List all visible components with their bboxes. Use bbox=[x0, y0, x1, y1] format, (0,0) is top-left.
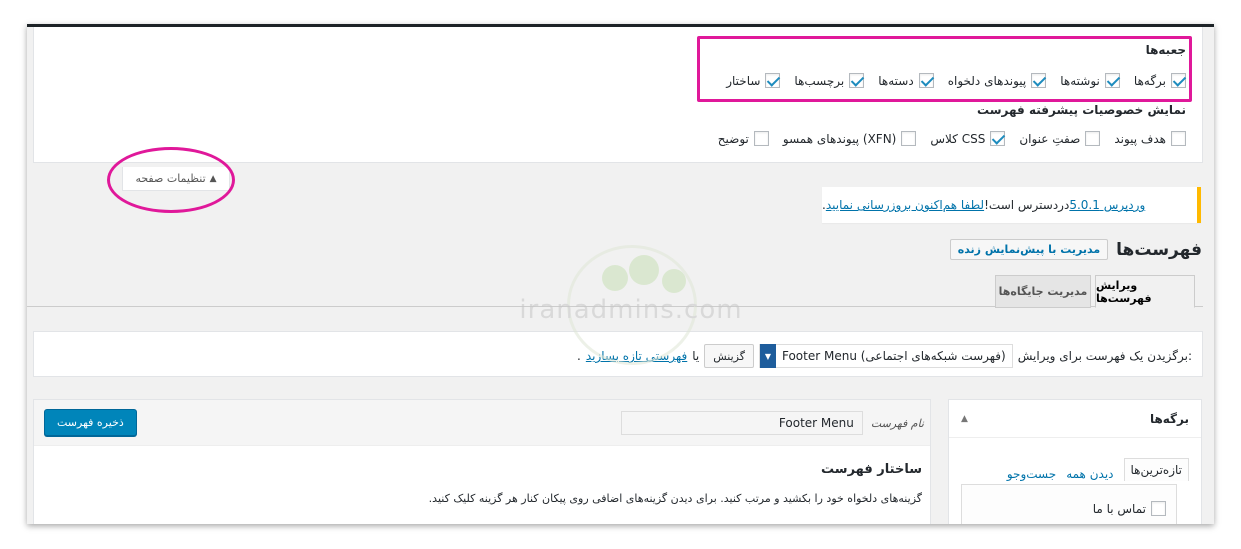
list-item[interactable]: تماس با ما bbox=[1093, 501, 1166, 516]
tab-manage-locations[interactable]: مدیریت جایگاه‌ها bbox=[995, 275, 1091, 308]
tab-edit-menus[interactable]: ویرایش فهرست‌ها bbox=[1095, 275, 1195, 308]
menu-name-label: نام فهرست bbox=[870, 416, 924, 430]
select-menu-label: برگزیدن یک فهرست برای ویرایش: bbox=[1017, 349, 1192, 363]
menu-structure-title: ساختار فهرست bbox=[821, 462, 922, 477]
version-link[interactable]: وردپرس 5.0.1 bbox=[1069, 198, 1145, 212]
menu-select[interactable]: ▼ Footer Menu (فهرست شبکه‌های اجتماعی) bbox=[758, 344, 1013, 368]
pages-list: تماس با ما bbox=[961, 484, 1177, 524]
menu-name-field: نام فهرست Footer Menu bbox=[620, 411, 924, 435]
adv-option-css-classes[interactable]: کلاس CSS bbox=[930, 131, 1006, 146]
tab-most-recent[interactable]: تازه‌ترین‌ها bbox=[1123, 458, 1189, 481]
pages-subtabs: تازه‌ترین‌ها دیدن همه جست‌وجو bbox=[1007, 458, 1189, 481]
manage-menus-bar: برگزیدن یک فهرست برای ویرایش: ▼ Footer M… bbox=[33, 331, 1203, 377]
or-text: یا bbox=[692, 349, 700, 363]
adv-option-title-attr[interactable]: صفتِ عنوان bbox=[1019, 131, 1101, 146]
menu-editor-header: ذخیره فهرست نام فهرست Footer Menu bbox=[34, 400, 930, 446]
update-link[interactable]: لطفا هم‌اکنون بروزرسانی نمایید bbox=[826, 198, 984, 212]
checkbox[interactable] bbox=[1085, 131, 1101, 146]
page-header: فهرست‌ها مدیریت با پیش‌نمایش زنده bbox=[949, 239, 1202, 260]
select-button[interactable]: گزینش bbox=[704, 344, 754, 368]
chevron-down-icon: ▼ bbox=[759, 344, 776, 368]
save-menu-button[interactable]: ذخیره فهرست bbox=[44, 409, 137, 436]
highlight-ellipse bbox=[107, 147, 235, 213]
checkbox[interactable] bbox=[901, 131, 917, 146]
wp-admin-window: جعبه‌ها برگه‌ها نوشته‌ها پیوندهای دلخواه… bbox=[27, 24, 1214, 524]
tab-view-all[interactable]: دیدن همه bbox=[1066, 467, 1113, 481]
advanced-row: هدف پیوند صفتِ عنوان کلاس CSS پیوندهای ه… bbox=[704, 131, 1186, 146]
live-preview-button[interactable]: مدیریت با پیش‌نمایش زنده bbox=[949, 239, 1109, 260]
adv-option-link-target[interactable]: هدف پیوند bbox=[1114, 131, 1186, 146]
menu-name-input[interactable]: Footer Menu bbox=[620, 411, 863, 435]
checkbox[interactable] bbox=[1171, 131, 1186, 146]
create-menu-link[interactable]: فهرستی تازه بسازید bbox=[586, 349, 687, 363]
adv-option-xfn[interactable]: پیوندهای همسو (XFN) bbox=[783, 131, 917, 146]
menu-editor-panel: ذخیره فهرست نام فهرست Footer Menu ساختار… bbox=[33, 399, 931, 524]
highlight-box bbox=[697, 36, 1192, 102]
adv-option-description[interactable]: توضیح bbox=[718, 131, 769, 146]
pages-panel-header[interactable]: برگه‌ها ▲ bbox=[949, 400, 1201, 438]
nav-tabs: ویرایش فهرست‌ها مدیریت جایگاه‌ها bbox=[27, 275, 1203, 308]
pages-panel: برگه‌ها ▲ تازه‌ترین‌ها دیدن همه جست‌وجو … bbox=[948, 399, 1202, 524]
checkbox[interactable] bbox=[1151, 501, 1166, 516]
menu-structure-desc: گزینه‌های دلخواه خود را بکشید و مرتب کنی… bbox=[428, 492, 922, 505]
advanced-title: نمایش خصوصیات پیشرفته فهرست bbox=[977, 103, 1186, 117]
update-notice: وردپرس 5.0.1 دردسترس است! لطفا هم‌اکنون … bbox=[822, 187, 1201, 223]
triangle-up-icon[interactable]: ▲ bbox=[961, 414, 968, 424]
checkbox[interactable] bbox=[753, 131, 769, 146]
page-title: فهرست‌ها bbox=[1116, 239, 1202, 260]
checkbox[interactable] bbox=[990, 131, 1006, 146]
tab-search[interactable]: جست‌وجو bbox=[1007, 467, 1056, 481]
